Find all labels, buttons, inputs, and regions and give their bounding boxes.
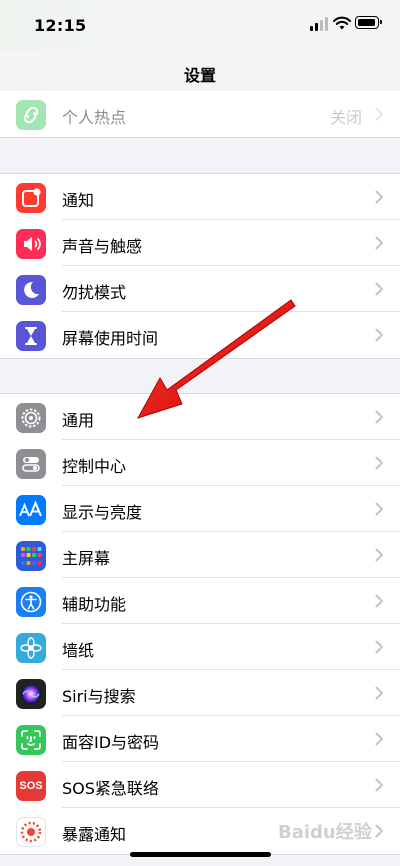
settings-group-connectivity: 个人热点 关闭 [0, 91, 400, 138]
status-time: 12:15 [34, 16, 87, 35]
moon-icon [16, 275, 46, 305]
settings-row-do-not-disturb[interactable]: 勿扰模式 [0, 266, 400, 312]
settings-group-notifications: 通知 声音与触感 勿扰模式 屏幕使用时间 [0, 173, 400, 359]
home-indicator[interactable] [130, 852, 271, 857]
cellular-signal-icon [310, 17, 330, 31]
gear-icon [16, 403, 46, 433]
settings-row-label: 面容ID与密码 [62, 733, 160, 752]
settings-row-label: 控制中心 [62, 457, 127, 476]
settings-row-sounds[interactable]: 声音与触感 [0, 220, 400, 266]
chevron-right-icon [375, 236, 383, 250]
chevron-right-icon [375, 190, 383, 204]
speaker-icon [16, 229, 46, 259]
aa-icon [16, 495, 46, 525]
status-bar: 12:15 [0, 0, 400, 50]
chevron-right-icon [375, 107, 383, 121]
chevron-right-icon [375, 456, 383, 470]
settings-row-label: 通用 [62, 411, 95, 430]
hourglass-icon [16, 321, 46, 351]
page-title: 设置 [183, 66, 216, 85]
face-id-icon [16, 725, 46, 755]
wifi-icon [333, 16, 351, 30]
settings-row-display-brightness[interactable]: 显示与亮度 [0, 486, 400, 532]
settings-row-label: 主屏幕 [62, 549, 111, 568]
chevron-right-icon [375, 502, 383, 516]
settings-row-label: SOS紧急联络 [62, 779, 159, 798]
chevron-right-icon [375, 282, 383, 296]
chevron-right-icon [375, 778, 383, 792]
chevron-right-icon [375, 594, 383, 608]
chevron-right-icon [375, 640, 383, 654]
settings-row-face-id[interactable]: 面容ID与密码 [0, 716, 400, 762]
settings-row-value: 关闭 [329, 108, 362, 127]
navigation-bar: 设置 [0, 50, 400, 94]
settings-row-control-center[interactable]: 控制中心 [0, 440, 400, 486]
exposure-icon [16, 817, 46, 847]
settings-row-label: 声音与触感 [62, 237, 143, 256]
settings-row-notifications[interactable]: 通知 [0, 174, 400, 220]
settings-row-home-screen[interactable]: 主屏幕 [0, 532, 400, 578]
settings-row-label: 通知 [62, 191, 95, 210]
notifications-icon [16, 183, 46, 213]
hotspot-icon [16, 100, 46, 130]
settings-row-accessibility[interactable]: 辅助功能 [0, 578, 400, 624]
settings-row-label: Siri与搜索 [62, 687, 136, 706]
settings-row-label: 墙纸 [62, 641, 95, 660]
settings-row-screen-time[interactable]: 屏幕使用时间 [0, 312, 400, 358]
home-grid-icon [16, 541, 46, 571]
chevron-right-icon [375, 732, 383, 746]
settings-row-label: 屏幕使用时间 [62, 329, 159, 348]
settings-row-label: 个人热点 [62, 108, 127, 127]
accessibility-icon [16, 587, 46, 617]
settings-row-general[interactable]: 通用 [0, 394, 400, 440]
settings-row-hotspot[interactable]: 个人热点 关闭 [0, 91, 400, 137]
settings-row-wallpaper[interactable]: 墙纸 [0, 624, 400, 670]
sos-icon: SOS [16, 771, 46, 801]
toggles-icon [16, 449, 46, 479]
settings-row-label: 显示与亮度 [62, 503, 143, 522]
watermark: Baidu经验 [278, 822, 372, 843]
chevron-right-icon [375, 328, 383, 342]
settings-row-label: 辅助功能 [62, 595, 127, 614]
siri-icon [16, 679, 46, 709]
settings-row-siri-search[interactable]: Siri与搜索 [0, 670, 400, 716]
settings-row-label: 暴露通知 [62, 825, 127, 844]
chevron-right-icon [375, 410, 383, 424]
settings-row-emergency-sos[interactable]: SOS SOS紧急联络 [0, 762, 400, 808]
flower-icon [16, 633, 46, 663]
settings-group-general: 通用 控制中心 显示与亮度 主屏幕 辅助功能 墙纸 Siri与搜索 面容ID与密… [0, 393, 400, 855]
chevron-right-icon [375, 686, 383, 700]
chevron-right-icon [375, 824, 383, 838]
settings-row-label: 勿扰模式 [62, 283, 127, 302]
battery-icon [355, 16, 382, 29]
chevron-right-icon [375, 548, 383, 562]
